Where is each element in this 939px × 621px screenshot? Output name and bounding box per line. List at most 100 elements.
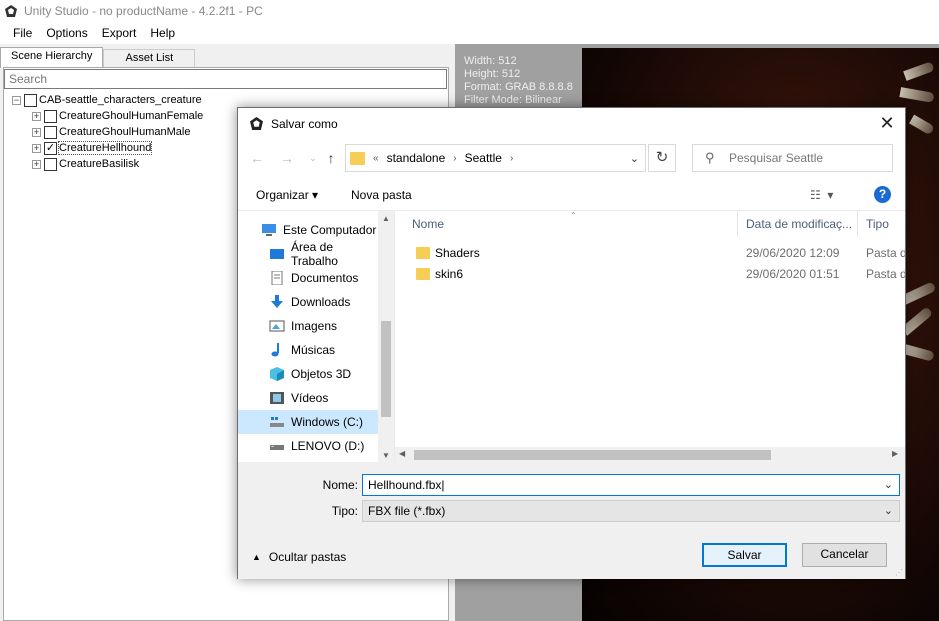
objects3d-icon: [270, 367, 284, 381]
tree-item-checkbox[interactable]: [44, 125, 57, 139]
menu-bar: File Options Export Help: [0, 22, 939, 44]
folder-search-input[interactable]: ⚲ Pesquisar Seattle: [692, 144, 893, 172]
nav-item-label: Imagens: [291, 319, 338, 333]
tree-item-hellhound[interactable]: + ✓ CreatureHellhound: [32, 140, 203, 156]
nav-item-drive-c[interactable]: Windows (C:): [238, 410, 378, 434]
app-titlebar: Unity Studio - no productName - 4.2.2f1 …: [0, 0, 939, 22]
downloads-icon: [271, 295, 283, 308]
tree-root-checkbox[interactable]: [24, 93, 37, 107]
cancel-button[interactable]: Cancelar: [802, 543, 887, 567]
up-icon[interactable]: ↑: [322, 149, 340, 167]
filename-input[interactable]: Hellhound.fbx| ⌄: [362, 474, 900, 496]
folder-icon: [416, 247, 430, 259]
info-filter: Filter Mode: Bilinear: [464, 94, 562, 106]
tree-item-checkbox-checked[interactable]: ✓: [44, 141, 57, 155]
file-date: 29/06/2020 01:51: [746, 267, 840, 281]
unity-icon: [5, 5, 17, 17]
hide-folders-label: Ocultar pastas: [268, 550, 347, 564]
tree-item-basilisk[interactable]: + CreatureBasilisk: [32, 156, 203, 172]
scroll-left-icon[interactable]: ◀: [399, 449, 405, 458]
folder-icon: [416, 268, 430, 280]
back-icon[interactable]: ←: [248, 149, 266, 167]
resize-grip-icon[interactable]: ⋰: [895, 568, 903, 577]
refresh-icon[interactable]: ↻: [648, 144, 676, 172]
column-date[interactable]: Data de modificaç...: [740, 211, 858, 237]
forward-icon[interactable]: →: [278, 149, 296, 167]
chevron-down-icon[interactable]: ⌄: [884, 478, 893, 491]
breadcrumb-overflow[interactable]: «: [373, 153, 379, 164]
nav-item-downloads[interactable]: Downloads: [238, 290, 378, 314]
nav-item-music[interactable]: Músicas: [238, 338, 378, 362]
file-row-skin6[interactable]: skin6 29/06/2020 01:51 Pasta d: [395, 263, 905, 285]
nav-item-videos[interactable]: Vídeos: [238, 386, 378, 410]
file-list: ⌃ Nome Data de modificaç... Tipo Shaders…: [395, 210, 905, 462]
breadcrumb-seattle[interactable]: Seattle: [465, 151, 502, 165]
tab-scene-hierarchy[interactable]: Scene Hierarchy: [0, 47, 104, 68]
dialog-titlebar: Salvar como: [238, 108, 905, 139]
menu-help[interactable]: Help: [143, 26, 182, 40]
address-row: ← → ⌄ ↑ « standalone › Seattle › ⌄ ↻ ⚲ P…: [238, 144, 905, 174]
hide-folders-toggle[interactable]: ▲ Ocultar pastas: [252, 550, 346, 564]
help-icon[interactable]: ?: [874, 186, 891, 203]
folder-search-placeholder: Pesquisar Seattle: [729, 151, 824, 165]
collapse-icon[interactable]: −: [12, 95, 21, 105]
file-list-hscrollbar[interactable]: ◀ ▶: [395, 447, 905, 462]
tab-asset-list[interactable]: Asset List: [103, 49, 196, 67]
nav-scrollbar[interactable]: ▲ ▼: [378, 211, 394, 462]
file-type: Pasta d: [866, 246, 905, 260]
tree-item-ghoul-male[interactable]: + CreatureGhoulHumanMale: [32, 124, 203, 140]
file-row-shaders[interactable]: Shaders 29/06/2020 12:09 Pasta d: [395, 242, 905, 264]
command-bar: Organizar ▾ Nova pasta ☷ ▾: [238, 180, 905, 210]
breadcrumb-separator-icon: ›: [453, 152, 457, 164]
scroll-right-icon[interactable]: ▶: [892, 449, 898, 458]
view-options-icon[interactable]: ☷ ▾: [810, 188, 833, 202]
nav-item-label: Este Computador: [283, 223, 377, 237]
nav-item-label: Vídeos: [291, 391, 329, 405]
search-input[interactable]: Search: [4, 69, 447, 89]
save-options: Nome: Hellhound.fbx| ⌄ Tipo: FBX file (*…: [238, 462, 905, 579]
close-icon[interactable]: ✕: [879, 114, 895, 132]
tree-item-ghoul-female[interactable]: + CreatureGhoulHumanFemale: [32, 108, 203, 124]
tree-item-label: CreatureHellhound: [57, 141, 153, 155]
nav-item-desktop[interactable]: Área de Trabalho: [238, 240, 378, 268]
tree-item-checkbox[interactable]: [44, 109, 57, 123]
expand-icon[interactable]: +: [32, 143, 41, 153]
tree-root[interactable]: − CAB-seattle_characters_creature: [12, 92, 203, 108]
folder-icon: [350, 151, 365, 165]
nav-item-computer[interactable]: Este Computador: [238, 218, 378, 242]
chevron-down-icon[interactable]: ⌄: [304, 149, 322, 167]
chevron-down-icon[interactable]: ⌄: [884, 504, 893, 517]
column-name[interactable]: Nome: [406, 211, 738, 237]
spike-shape: [909, 114, 935, 136]
spike-shape: [901, 281, 937, 305]
scroll-down-icon[interactable]: ▼: [378, 451, 394, 460]
breadcrumb-standalone[interactable]: standalone: [387, 151, 446, 165]
nav-item-documents[interactable]: Documentos: [238, 266, 378, 290]
window-title: Unity Studio - no productName - 4.2.2f1 …: [24, 4, 263, 18]
nav-item-pictures[interactable]: Imagens: [238, 314, 378, 338]
expand-icon[interactable]: +: [32, 159, 41, 169]
expand-icon[interactable]: +: [32, 111, 41, 121]
nav-item-3d-objects[interactable]: Objetos 3D: [238, 362, 378, 386]
info-width: Width: 512: [464, 55, 517, 67]
menu-export[interactable]: Export: [95, 26, 144, 40]
menu-file[interactable]: File: [6, 26, 39, 40]
computer-icon: [262, 224, 276, 236]
videos-icon: [270, 392, 284, 404]
address-bar[interactable]: « standalone › Seattle › ⌄: [345, 144, 646, 172]
scrollbar-thumb[interactable]: [414, 450, 771, 460]
scroll-up-icon[interactable]: ▲: [378, 214, 394, 223]
new-folder-button[interactable]: Nova pasta: [351, 188, 412, 202]
expand-icon[interactable]: +: [32, 127, 41, 137]
column-type[interactable]: Tipo: [860, 211, 905, 237]
filetype-select[interactable]: FBX file (*.fbx) ⌄: [362, 500, 900, 522]
save-button[interactable]: Salvar: [702, 543, 787, 567]
menu-options[interactable]: Options: [39, 26, 94, 40]
drive-c-icon: [270, 417, 284, 427]
tree-item-checkbox[interactable]: [44, 157, 57, 171]
nav-item-drive-d[interactable]: LENOVO (D:): [238, 434, 378, 458]
chevron-down-icon[interactable]: ⌄: [630, 152, 639, 165]
nav-item-label: Objetos 3D: [291, 367, 352, 381]
scrollbar-thumb[interactable]: [381, 321, 391, 417]
organize-button[interactable]: Organizar ▾: [256, 188, 318, 202]
